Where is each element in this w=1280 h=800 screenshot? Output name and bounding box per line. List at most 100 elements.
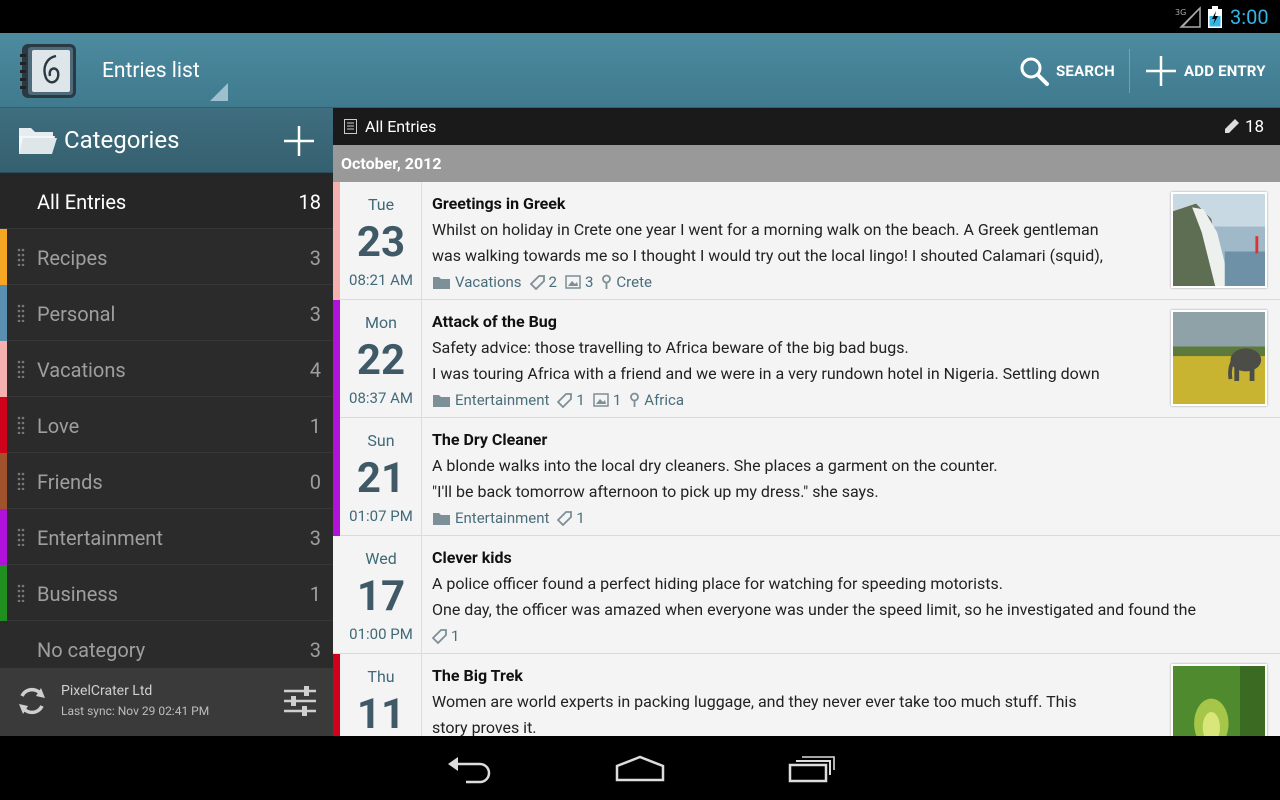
- actionbar-divider: [1129, 49, 1130, 93]
- add-category-icon[interactable]: [282, 124, 316, 158]
- categories-header: Categories: [0, 108, 333, 173]
- entry-text-line: A blonde walks into the local dry cleane…: [432, 456, 998, 475]
- entry-meta: Entertainment 1 1 Africa: [432, 391, 692, 409]
- add-entry-button[interactable]: ADD ENTRY: [1144, 33, 1266, 108]
- entry-color-stripe: [333, 418, 340, 536]
- category-item-love[interactable]: Love 1: [0, 397, 333, 453]
- category-label: Vacations: [37, 358, 126, 382]
- category-item-recipes[interactable]: Recipes 3: [0, 229, 333, 285]
- photo-icon: [593, 393, 609, 407]
- entry-category-label: Entertainment: [455, 391, 550, 409]
- category-item-personal[interactable]: Personal 3: [0, 285, 333, 341]
- entry-row[interactable]: Wed 17 01:00 PM Clever kids A police off…: [333, 536, 1280, 654]
- app-logo-icon[interactable]: [18, 42, 78, 100]
- entry-category: Entertainment: [432, 509, 549, 527]
- entry-date: Sun 21 01:07 PM: [340, 418, 422, 536]
- entry-text-line: Women are world experts in packing lugga…: [432, 692, 1077, 711]
- drag-handle-icon[interactable]: [17, 304, 25, 322]
- entry-tags: 1: [432, 627, 459, 645]
- category-item-all-entries[interactable]: All Entries 18: [0, 173, 333, 229]
- settings-sliders-icon[interactable]: [282, 683, 318, 719]
- entry-body: The Dry Cleaner A blonde walks into the …: [432, 430, 1270, 501]
- action-bar: Entries list SEARCH ADD ENTRY: [0, 33, 1280, 108]
- sync-icon[interactable]: [15, 684, 49, 718]
- entry-weekday: Tue: [367, 195, 395, 214]
- entry-body: The Big Trek Women are world experts in …: [432, 666, 1270, 736]
- entry-thumbnail-forest[interactable]: [1171, 664, 1267, 736]
- entry-thumbnail-cliffs[interactable]: [1171, 192, 1267, 288]
- entry-date: Tue 23 08:21 AM: [340, 182, 422, 300]
- entry-thumbnail-elephant[interactable]: [1171, 310, 1267, 406]
- entry-day: 21: [356, 454, 406, 503]
- entry-row[interactable]: Thu 11 The Big Trek Women are world expe…: [333, 654, 1280, 736]
- category-color-stripe: [0, 453, 7, 509]
- folder-icon: [433, 512, 450, 525]
- entry-tag-count: 1: [576, 509, 585, 527]
- entry-row[interactable]: Sun 21 01:07 PM The Dry Cleaner A blonde…: [333, 418, 1280, 536]
- entries-count: 18: [1245, 117, 1265, 137]
- drag-handle-icon[interactable]: [17, 248, 25, 266]
- entry-color-stripe: [333, 300, 340, 418]
- entry-day: 11: [356, 690, 406, 736]
- categories-sidebar: Categories All Entries 18 Recipes 3 Pers…: [0, 108, 333, 736]
- search-button[interactable]: SEARCH: [1018, 33, 1115, 108]
- entry-title: The Dry Cleaner: [432, 430, 548, 449]
- location-pin-icon: [602, 274, 612, 289]
- plus-icon: [1146, 55, 1176, 86]
- category-item-entertainment[interactable]: Entertainment 3: [0, 509, 333, 565]
- category-item-vacations[interactable]: Vacations 4: [0, 341, 333, 397]
- drag-handle-icon[interactable]: [17, 472, 25, 490]
- category-item-business[interactable]: Business 1: [0, 565, 333, 621]
- entry-location: Crete: [601, 273, 652, 291]
- category-count: 4: [309, 358, 321, 382]
- entry-title: Attack of the Bug: [432, 312, 557, 331]
- entry-category-label: Vacations: [455, 273, 522, 291]
- drag-handle-icon[interactable]: [17, 360, 25, 378]
- recent-apps-icon[interactable]: [788, 754, 836, 784]
- tag-icon: [557, 392, 573, 408]
- entry-row[interactable]: Mon 22 08:37 AM Attack of the Bug Safety…: [333, 300, 1280, 418]
- entry-date: Thu 11: [340, 654, 422, 736]
- entry-body: Clever kids A police officer found a per…: [432, 548, 1270, 619]
- entry-category-label: Entertainment: [455, 509, 550, 527]
- nav-title[interactable]: Entries list: [102, 59, 200, 83]
- category-color-stripe: [0, 285, 7, 341]
- entry-day: 23: [356, 218, 406, 267]
- entry-tags: 1: [557, 509, 585, 527]
- sync-account: PixelCrater Ltd: [61, 683, 153, 699]
- category-label: All Entries: [37, 190, 127, 214]
- tag-icon: [432, 628, 447, 644]
- entry-tag-count: 1: [576, 391, 585, 409]
- entry-meta: Entertainment 1: [432, 509, 593, 527]
- category-count: 1: [309, 414, 321, 438]
- entry-tags: 1: [557, 391, 585, 409]
- tag-icon: [557, 510, 573, 526]
- sync-bar: PixelCrater Ltd Last sync: Nov 29 02:41 …: [0, 668, 333, 736]
- entry-text-line: Whilst on holiday in Crete one year I we…: [432, 220, 1099, 239]
- category-count: 3: [309, 638, 321, 662]
- tag-icon: [529, 274, 545, 290]
- drag-handle-icon[interactable]: [17, 584, 25, 602]
- entry-weekday: Wed: [365, 549, 397, 568]
- entry-title: Clever kids: [432, 548, 512, 567]
- entry-photos: 1: [593, 391, 621, 409]
- category-color-stripe: [0, 229, 7, 285]
- dropdown-corner-icon[interactable]: [210, 83, 228, 101]
- status-clock: 3:00: [1230, 5, 1269, 29]
- entry-day: 17: [356, 572, 406, 621]
- entry-title: The Big Trek: [432, 666, 523, 685]
- entry-tag-count: 1: [451, 627, 460, 645]
- home-icon[interactable]: [614, 754, 666, 784]
- back-icon[interactable]: [446, 754, 494, 784]
- drag-handle-icon[interactable]: [17, 528, 25, 546]
- month-label: October, 2012: [341, 154, 442, 173]
- category-item-friends[interactable]: Friends 0: [0, 453, 333, 509]
- entries-header: All Entries 18: [333, 108, 1280, 145]
- category-label: Recipes: [37, 246, 108, 270]
- status-bar: 3G 3:00: [0, 0, 1280, 33]
- entry-color-stripe: [333, 654, 340, 736]
- entry-row[interactable]: Tue 23 08:21 AM Greetings in Greek Whils…: [333, 182, 1280, 300]
- drag-handle-icon[interactable]: [17, 416, 25, 434]
- entry-color-stripe: [333, 182, 340, 300]
- entry-weekday: Mon: [365, 313, 397, 332]
